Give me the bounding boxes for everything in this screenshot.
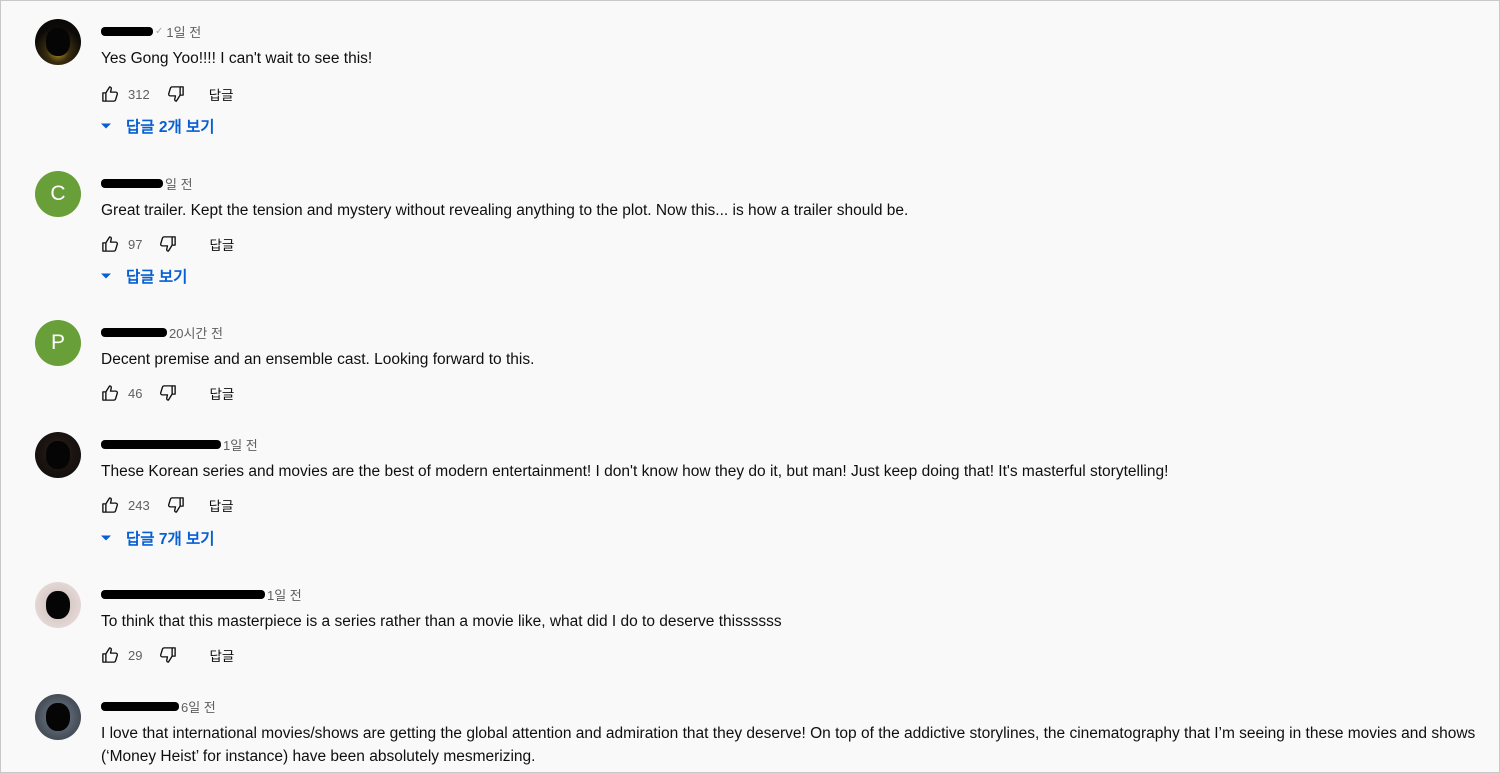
view-replies-label: 답글 7개 보기 bbox=[126, 531, 215, 548]
like-icon[interactable] bbox=[101, 646, 119, 664]
reply-button[interactable]: 답글 bbox=[209, 234, 234, 254]
avatar-redaction bbox=[46, 441, 70, 469]
comment-timestamp[interactable]: 일 전 bbox=[165, 174, 193, 193]
reply-button[interactable]: 답글 bbox=[209, 383, 234, 403]
avatar[interactable]: C bbox=[35, 171, 81, 217]
author-name-redacted[interactable] bbox=[101, 26, 153, 36]
comment-actions: 46 답글 bbox=[101, 383, 234, 403]
view-replies-button[interactable]: 답글 보기 bbox=[98, 265, 187, 287]
like-count: 312 bbox=[128, 86, 150, 102]
avatar-redaction bbox=[46, 703, 70, 731]
comment-header: 1일 전 bbox=[101, 585, 302, 603]
avatar-redaction bbox=[46, 591, 70, 619]
avatar[interactable] bbox=[35, 432, 81, 478]
reply-button[interactable]: 답글 bbox=[209, 84, 234, 104]
author-name-redacted[interactable] bbox=[101, 439, 221, 449]
avatar-letter: C bbox=[50, 182, 66, 205]
view-replies-label: 답글 보기 bbox=[126, 269, 188, 286]
comment-header: ✓ 1일 전 bbox=[101, 22, 201, 40]
avatar[interactable] bbox=[35, 582, 81, 628]
comment-actions: 312 답글 bbox=[101, 84, 234, 104]
like-count: 243 bbox=[128, 497, 150, 513]
dislike-icon[interactable] bbox=[159, 235, 177, 253]
like-icon[interactable] bbox=[101, 496, 119, 514]
comment-actions: 97 답글 bbox=[101, 234, 234, 254]
comment-actions: 29 답글 bbox=[101, 645, 234, 665]
comment-text: I love that international movies/shows a… bbox=[101, 725, 1476, 765]
comment-text: Great trailer. Kept the tension and myst… bbox=[101, 202, 909, 219]
view-replies-label: 답글 2개 보기 bbox=[126, 119, 215, 136]
dislike-icon[interactable] bbox=[159, 646, 177, 664]
comment-timestamp[interactable]: 6일 전 bbox=[181, 697, 216, 716]
chevron-down-icon bbox=[98, 530, 114, 546]
avatar[interactable]: P bbox=[35, 320, 81, 366]
dislike-icon[interactable] bbox=[159, 384, 177, 402]
comment-timestamp[interactable]: 1일 전 bbox=[267, 585, 302, 604]
comment-header: 일 전 bbox=[101, 174, 193, 192]
dislike-icon[interactable] bbox=[167, 85, 185, 103]
avatar-redaction bbox=[46, 28, 70, 56]
reply-button[interactable]: 답글 bbox=[209, 645, 234, 665]
author-name-redacted[interactable] bbox=[101, 327, 167, 337]
like-count: 97 bbox=[128, 236, 143, 252]
dislike-icon[interactable] bbox=[167, 496, 185, 514]
verified-icon: ✓ bbox=[155, 25, 164, 37]
author-name-redacted[interactable] bbox=[101, 589, 265, 599]
comment-actions: 243 답글 bbox=[101, 495, 234, 515]
avatar[interactable] bbox=[35, 19, 81, 65]
like-icon[interactable] bbox=[101, 384, 119, 402]
comment-timestamp[interactable]: 1일 전 bbox=[223, 435, 258, 454]
comment-text: Decent premise and an ensemble cast. Loo… bbox=[101, 351, 535, 368]
author-name-redacted[interactable] bbox=[101, 701, 179, 711]
like-icon[interactable] bbox=[101, 235, 119, 253]
comments-panel: ✓ 1일 전 Yes Gong Yoo!!!! I can't wait to … bbox=[0, 0, 1500, 773]
comment-header: 20시간 전 bbox=[101, 323, 223, 341]
view-replies-button[interactable]: 답글 2개 보기 bbox=[98, 115, 215, 137]
avatar[interactable] bbox=[35, 694, 81, 740]
chevron-down-icon bbox=[98, 268, 114, 284]
author-name-redacted[interactable] bbox=[101, 178, 163, 188]
avatar-letter: P bbox=[50, 331, 65, 354]
comment-header: 1일 전 bbox=[101, 435, 258, 453]
like-count: 46 bbox=[128, 385, 143, 401]
comment-text: Yes Gong Yoo!!!! I can't wait to see thi… bbox=[101, 50, 373, 67]
comment-timestamp[interactable]: 1일 전 bbox=[166, 22, 201, 41]
reply-button[interactable]: 답글 bbox=[209, 495, 234, 515]
like-icon[interactable] bbox=[101, 85, 119, 103]
like-count: 29 bbox=[128, 647, 143, 663]
comment-header: 6일 전 bbox=[101, 697, 216, 715]
comment-text: These Korean series and movies are the b… bbox=[101, 463, 1169, 480]
chevron-down-icon bbox=[98, 118, 114, 134]
comment-timestamp[interactable]: 20시간 전 bbox=[169, 323, 223, 342]
comment-text: To think that this masterpiece is a seri… bbox=[101, 613, 782, 630]
view-replies-button[interactable]: 답글 7개 보기 bbox=[98, 527, 215, 549]
